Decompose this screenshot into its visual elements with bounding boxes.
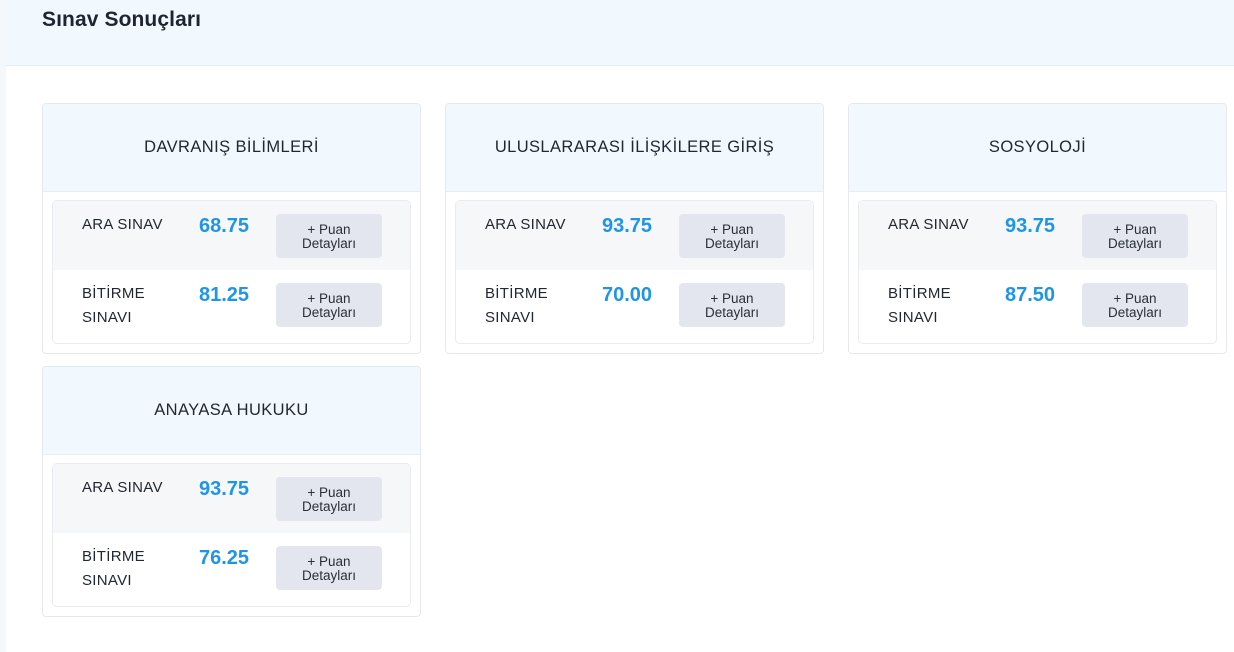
exam-name: ARA SINAV [485, 216, 566, 233]
exam-name: BİTİRME SINAVI [485, 285, 548, 326]
button-label-line2: Detayları [301, 567, 357, 583]
button-label-line1: + Puan [710, 221, 754, 237]
exam-name: ARA SINAV [82, 216, 163, 233]
exam-name: BİTİRME SINAVI [82, 285, 145, 326]
course-header: DAVRANIŞ BİLİMLERİ [43, 104, 420, 192]
button-label-line2: Detayları [301, 235, 357, 251]
course-title: ULUSLARARASI İLİŞKİLERE GİRİŞ [494, 138, 775, 156]
exam-table: ARA SINAV 93.75 + Puan Detayları BİTİRME… [455, 200, 814, 344]
button-label-line1: + Puan [1113, 221, 1157, 237]
course-title: SOSYOLOJİ [988, 138, 1087, 156]
score-details-button[interactable]: + Puan Detayları [679, 283, 785, 327]
button-label-line1: + Puan [710, 290, 754, 306]
exam-name: BİTİRME SINAVI [888, 285, 951, 326]
course-card: ULUSLARARASI İLİŞKİLERE GİRİŞ ARA SINAV … [445, 103, 824, 354]
exam-name: ARA SINAV [82, 479, 163, 496]
exam-score: 93.75 [601, 215, 653, 237]
course-header: SOSYOLOJİ [849, 104, 1226, 192]
exam-row-midterm: ARA SINAV 93.75 + Puan Detayları [859, 201, 1216, 270]
exam-row-midterm: ARA SINAV 93.75 + Puan Detayları [456, 201, 813, 270]
course-header: ANAYASA HUKUKU [43, 367, 420, 455]
exam-score: 93.75 [1004, 215, 1056, 237]
exam-name: ARA SINAV [888, 216, 969, 233]
exam-table: ARA SINAV 93.75 + Puan Detayları BİTİRME… [858, 200, 1217, 344]
button-label-line1: + Puan [307, 221, 351, 237]
exam-row-final: BİTİRME SINAVI 70.00 + Puan Detayları [456, 270, 813, 339]
button-label-line1: + Puan [307, 484, 351, 500]
exam-score: 70.00 [601, 284, 653, 306]
exam-row-midterm: ARA SINAV 68.75 + Puan Detayları [53, 201, 410, 270]
score-details-button[interactable]: + Puan Detayları [679, 214, 785, 258]
button-label-line1: + Puan [1113, 290, 1157, 306]
exam-results-page: Sınav Sonuçları DAVRANIŞ BİLİMLERİ ARA S… [0, 0, 1234, 652]
exam-table: ARA SINAV 68.75 + Puan Detayları BİTİRME… [52, 200, 411, 344]
exam-score: 87.50 [1004, 284, 1056, 306]
button-label-line2: Detayları [1107, 235, 1163, 251]
score-details-button[interactable]: + Puan Detayları [276, 283, 382, 327]
course-title: ANAYASA HUKUKU [154, 401, 309, 419]
button-label-line1: + Puan [307, 553, 351, 569]
course-grid: DAVRANIŞ BİLİMLERİ ARA SINAV 68.75 + Pua… [42, 103, 1227, 617]
exam-row-final: BİTİRME SINAVI 87.50 + Puan Detayları [859, 270, 1216, 339]
course-card: SOSYOLOJİ ARA SINAV 93.75 + Puan Detayla… [848, 103, 1227, 354]
exam-score: 81.25 [198, 284, 250, 306]
exam-row-final: BİTİRME SINAVI 76.25 + Puan Detayları [53, 533, 410, 602]
button-label-line2: Detayları [1107, 304, 1163, 320]
course-card: DAVRANIŞ BİLİMLERİ ARA SINAV 68.75 + Pua… [42, 103, 421, 354]
exam-row-final: BİTİRME SINAVI 81.25 + Puan Detayları [53, 270, 410, 339]
button-label-line2: Detayları [704, 235, 760, 251]
exam-score: 68.75 [198, 215, 250, 237]
score-details-button[interactable]: + Puan Detayları [1082, 283, 1188, 327]
score-details-button[interactable]: + Puan Detayları [1082, 214, 1188, 258]
button-label-line2: Detayları [301, 304, 357, 320]
course-title: DAVRANIŞ BİLİMLERİ [144, 138, 319, 156]
course-header: ULUSLARARASI İLİŞKİLERE GİRİŞ [446, 104, 823, 192]
button-label-line1: + Puan [307, 290, 351, 306]
button-label-line2: Detayları [704, 304, 760, 320]
page-title: Sınav Sonuçları [42, 8, 202, 31]
exam-score: 93.75 [198, 478, 250, 500]
exam-table: ARA SINAV 93.75 + Puan Detayları BİTİRME… [52, 463, 411, 607]
score-details-button[interactable]: + Puan Detayları [276, 546, 382, 590]
exam-name: BİTİRME SINAVI [82, 548, 145, 589]
button-label-line2: Detayları [301, 498, 357, 514]
left-rail [0, 0, 6, 652]
page-header: Sınav Sonuçları [6, 0, 1234, 66]
score-details-button[interactable]: + Puan Detayları [276, 477, 382, 521]
exam-row-midterm: ARA SINAV 93.75 + Puan Detayları [53, 464, 410, 533]
exam-score: 76.25 [198, 547, 250, 569]
score-details-button[interactable]: + Puan Detayları [276, 214, 382, 258]
course-card: ANAYASA HUKUKU ARA SINAV 93.75 + Puan De… [42, 366, 421, 617]
